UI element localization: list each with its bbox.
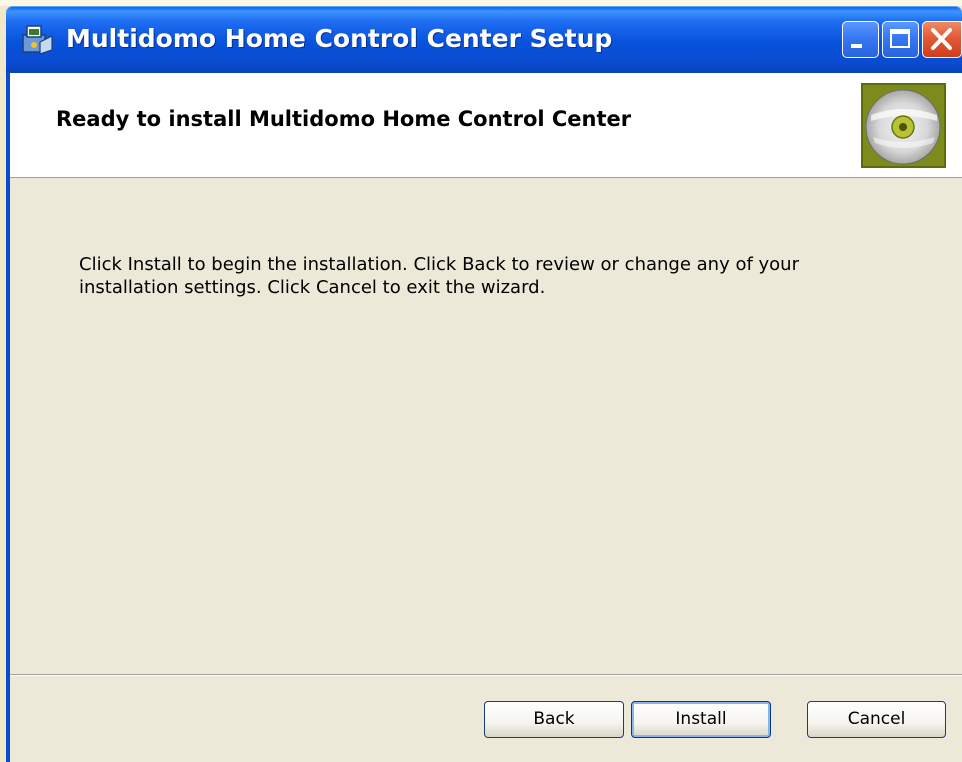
maximize-button[interactable] [882,21,919,58]
banner-icon-frame [861,83,946,168]
close-icon [931,28,952,50]
window-title: Multidomo Home Control Center Setup [66,24,613,53]
cancel-button[interactable]: Cancel [807,701,946,738]
header-banner: Ready to install Multidomo Home Control … [10,73,962,178]
minimize-icon [851,44,862,48]
page-title: Ready to install Multidomo Home Control … [56,107,632,131]
cd-disc-icon [865,89,941,165]
footer-divider [10,674,962,676]
instructions-text: Click Install to begin the installation.… [79,254,799,298]
dialog-client-area: Ready to install Multidomo Home Control … [6,73,962,762]
minimize-button[interactable] [842,21,879,58]
title-bar[interactable]: Multidomo Home Control Center Setup [6,6,962,73]
setup-window: Multidomo Home Control Center Setup Read… [6,6,962,762]
close-button[interactable] [922,21,962,58]
back-button[interactable]: Back [484,701,624,738]
installer-icon [22,25,53,55]
maximize-icon [890,29,910,48]
install-button[interactable]: Install [631,701,771,738]
